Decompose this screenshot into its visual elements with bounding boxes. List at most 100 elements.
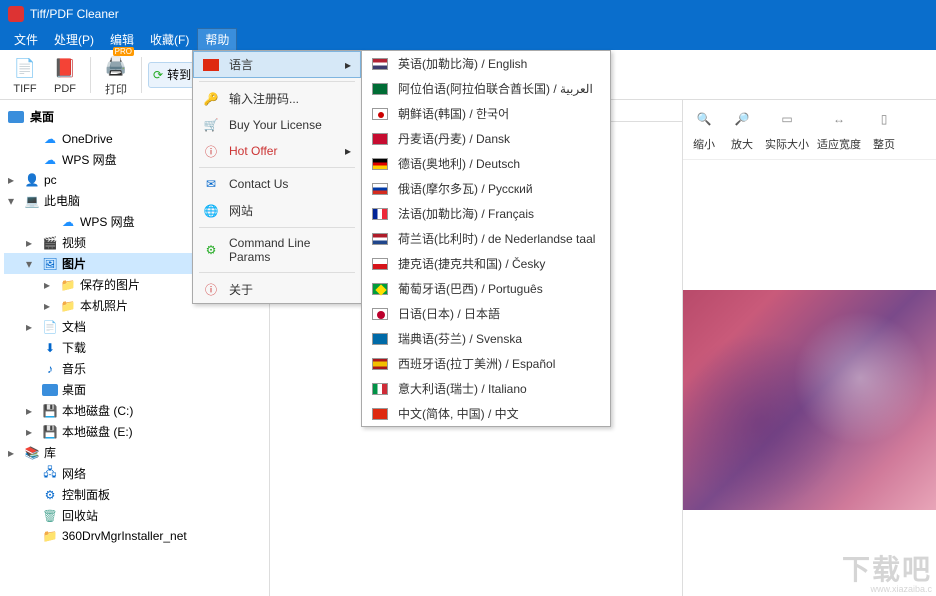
disk-icon: 💾 [42, 403, 58, 419]
toolbar-sep-2 [141, 57, 142, 93]
flag-icon [372, 258, 388, 270]
tree-installer[interactable]: 📁360DrvMgrInstaller_net [4, 526, 265, 546]
lang-label: 西班牙语(拉丁美洲) / Español [398, 355, 555, 372]
preview-pane: 🔍缩小 🔎放大 ▭实际大小 ↔适应宽度 ▯整页 下载吧 www.xiazaiba… [682, 100, 936, 596]
chevron-right-icon: ▸ [345, 58, 351, 72]
toolbar-tiff-label: TIFF [13, 83, 36, 95]
toolbar-tiff[interactable]: 📄 TIFF [6, 52, 44, 98]
monitor-icon [42, 382, 58, 398]
flag-icon [372, 283, 388, 295]
lang-label: 捷克语(捷克共和国) / Česky [398, 255, 545, 272]
preview-image: 下载吧 www.xiazaiba.c [683, 160, 936, 596]
tree-documents[interactable]: 📄文档 [4, 316, 265, 337]
lang-label: 英语(加勒比海) / English [398, 55, 527, 72]
disk-icon: 💾 [42, 424, 58, 440]
tree-libraries[interactable]: 📚库 [4, 442, 265, 463]
toolbar-print[interactable]: PRO🖨️ 打印 [97, 50, 135, 100]
monitor-icon [8, 111, 24, 123]
tree-recycle[interactable]: 🗑回收站 [4, 505, 265, 526]
lang-item-it[interactable]: 意大利语(瑞士) / Italiano [362, 376, 610, 401]
lang-label: 阿位伯语(阿拉伯联合酋长国) / العربية [398, 80, 593, 97]
tree-control-panel[interactable]: ⚙控制面板 [4, 484, 265, 505]
toolbar-pdf[interactable]: 📕 PDF [46, 52, 84, 98]
toolbar-sep [90, 57, 91, 93]
help-menu-website[interactable]: 🌐网站 [193, 197, 361, 224]
flag-icon [372, 233, 388, 245]
key-icon: 🔑 [203, 91, 219, 107]
flag-icon [372, 383, 388, 395]
cloud-icon: ☁ [60, 214, 76, 230]
lang-item-br[interactable]: 葡萄牙语(巴西) / Português [362, 276, 610, 301]
lang-item-de[interactable]: 德语(奥地利) / Deutsch [362, 151, 610, 176]
lang-item-cz[interactable]: 捷克语(捷克共和国) / Česky [362, 251, 610, 276]
menu-process[interactable]: 处理(P) [46, 28, 102, 51]
help-menu-cmdline[interactable]: ⚙Command Line Params [193, 231, 361, 269]
tree-network[interactable]: 🖧网络 [4, 463, 265, 484]
flag-icon [372, 358, 388, 370]
tree-disk-c[interactable]: 💾本地磁盘 (C:) [4, 400, 265, 421]
help-menu-language[interactable]: 语言 ▸ [193, 51, 361, 78]
help-menu-buy[interactable]: 🛒Buy Your License [193, 112, 361, 138]
menu-sep [199, 81, 355, 82]
lang-item-ru[interactable]: 俄语(摩尔多瓦) / Русский [362, 176, 610, 201]
help-menu-enter-key[interactable]: 🔑输入注册码... [193, 85, 361, 112]
network-icon: 🖧 [42, 466, 58, 482]
folder-icon: 📁 [60, 298, 76, 314]
zoom-out-button[interactable]: 🔍缩小 [689, 104, 719, 152]
tree-desktop-label: 桌面 [30, 108, 54, 125]
help-menu-contact[interactable]: ✉Contact Us [193, 171, 361, 197]
lang-label: 中文(简体, 中国) / 中文 [398, 405, 519, 422]
watermark-text: 下载吧 [842, 548, 932, 588]
lang-item-es[interactable]: 西班牙语(拉丁美洲) / Español [362, 351, 610, 376]
tree-downloads[interactable]: ⬇下载 [4, 337, 265, 358]
lang-item-se[interactable]: 瑞典语(芬兰) / Svenska [362, 326, 610, 351]
menu-favorites[interactable]: 收藏(F) [142, 28, 197, 51]
lang-item-nl[interactable]: 荷兰语(比利时) / de Nederlandse taal [362, 226, 610, 251]
language-submenu: 英语(加勒比海) / English 阿位伯语(阿拉伯联合酋长国) / العرب… [361, 50, 611, 427]
contact-icon: ✉ [203, 176, 219, 192]
zoom-in-icon: 🔎 [727, 104, 757, 134]
flag-icon [372, 158, 388, 170]
tree-music[interactable]: ♪音乐 [4, 358, 265, 379]
lang-label: 意大利语(瑞士) / Italiano [398, 380, 527, 397]
lang-label: 法语(加勒比海) / Français [398, 205, 534, 222]
video-icon: 🎬 [42, 235, 58, 251]
fit-width-button[interactable]: ↔适应宽度 [817, 104, 861, 152]
lang-item-fr[interactable]: 法语(加勒比海) / Français [362, 201, 610, 226]
documents-icon: 📄 [42, 319, 58, 335]
music-icon: ♪ [42, 361, 58, 377]
lang-item-jp[interactable]: 日语(日本) / 日本語 [362, 301, 610, 326]
lang-item-sa[interactable]: 阿位伯语(阿拉伯联合酋长国) / العربية [362, 76, 610, 101]
info-icon: ⓘ [203, 143, 219, 159]
lang-label: 丹麦语(丹麦) / Dansk [398, 130, 510, 147]
lang-item-us[interactable]: 英语(加勒比海) / English [362, 51, 610, 76]
flag-icon [372, 58, 388, 70]
menu-file[interactable]: 文件 [6, 28, 46, 51]
lang-item-cn[interactable]: 中文(简体, 中国) / 中文 [362, 401, 610, 426]
tree-desktop2[interactable]: 桌面 [4, 379, 265, 400]
tree-disk-e[interactable]: 💾本地磁盘 (E:) [4, 421, 265, 442]
help-menu-hot-offer[interactable]: ⓘHot Offer▸ [193, 138, 361, 164]
image-content [683, 290, 936, 510]
lang-label: 俄语(摩尔多瓦) / Русский [398, 180, 533, 197]
menu-help[interactable]: 帮助 [197, 28, 237, 51]
lang-item-kr[interactable]: 朝鲜语(韩国) / 한국어 [362, 101, 610, 126]
flag-icon [372, 408, 388, 420]
pdf-icon: 📕 [51, 55, 79, 83]
chevron-right-icon: ▸ [345, 144, 351, 158]
full-page-button[interactable]: ▯整页 [869, 104, 899, 152]
app-icon [8, 6, 24, 22]
help-menu-about[interactable]: ⓘ关于 [193, 276, 361, 303]
watermark-url: www.xiazaiba.c [870, 584, 932, 594]
flag-icon [372, 183, 388, 195]
flag-icon [372, 83, 388, 95]
zoom-in-button[interactable]: 🔎放大 [727, 104, 757, 152]
downloads-icon: ⬇ [42, 340, 58, 356]
lang-label: 瑞典语(芬兰) / Svenska [398, 330, 522, 347]
lang-item-dk[interactable]: 丹麦语(丹麦) / Dansk [362, 126, 610, 151]
flag-icon [203, 57, 219, 73]
tiff-icon: 📄 [11, 55, 39, 83]
actual-size-button[interactable]: ▭实际大小 [765, 104, 809, 152]
lang-label: 葡萄牙语(巴西) / Português [398, 280, 543, 297]
folder-icon: 📁 [42, 528, 58, 544]
